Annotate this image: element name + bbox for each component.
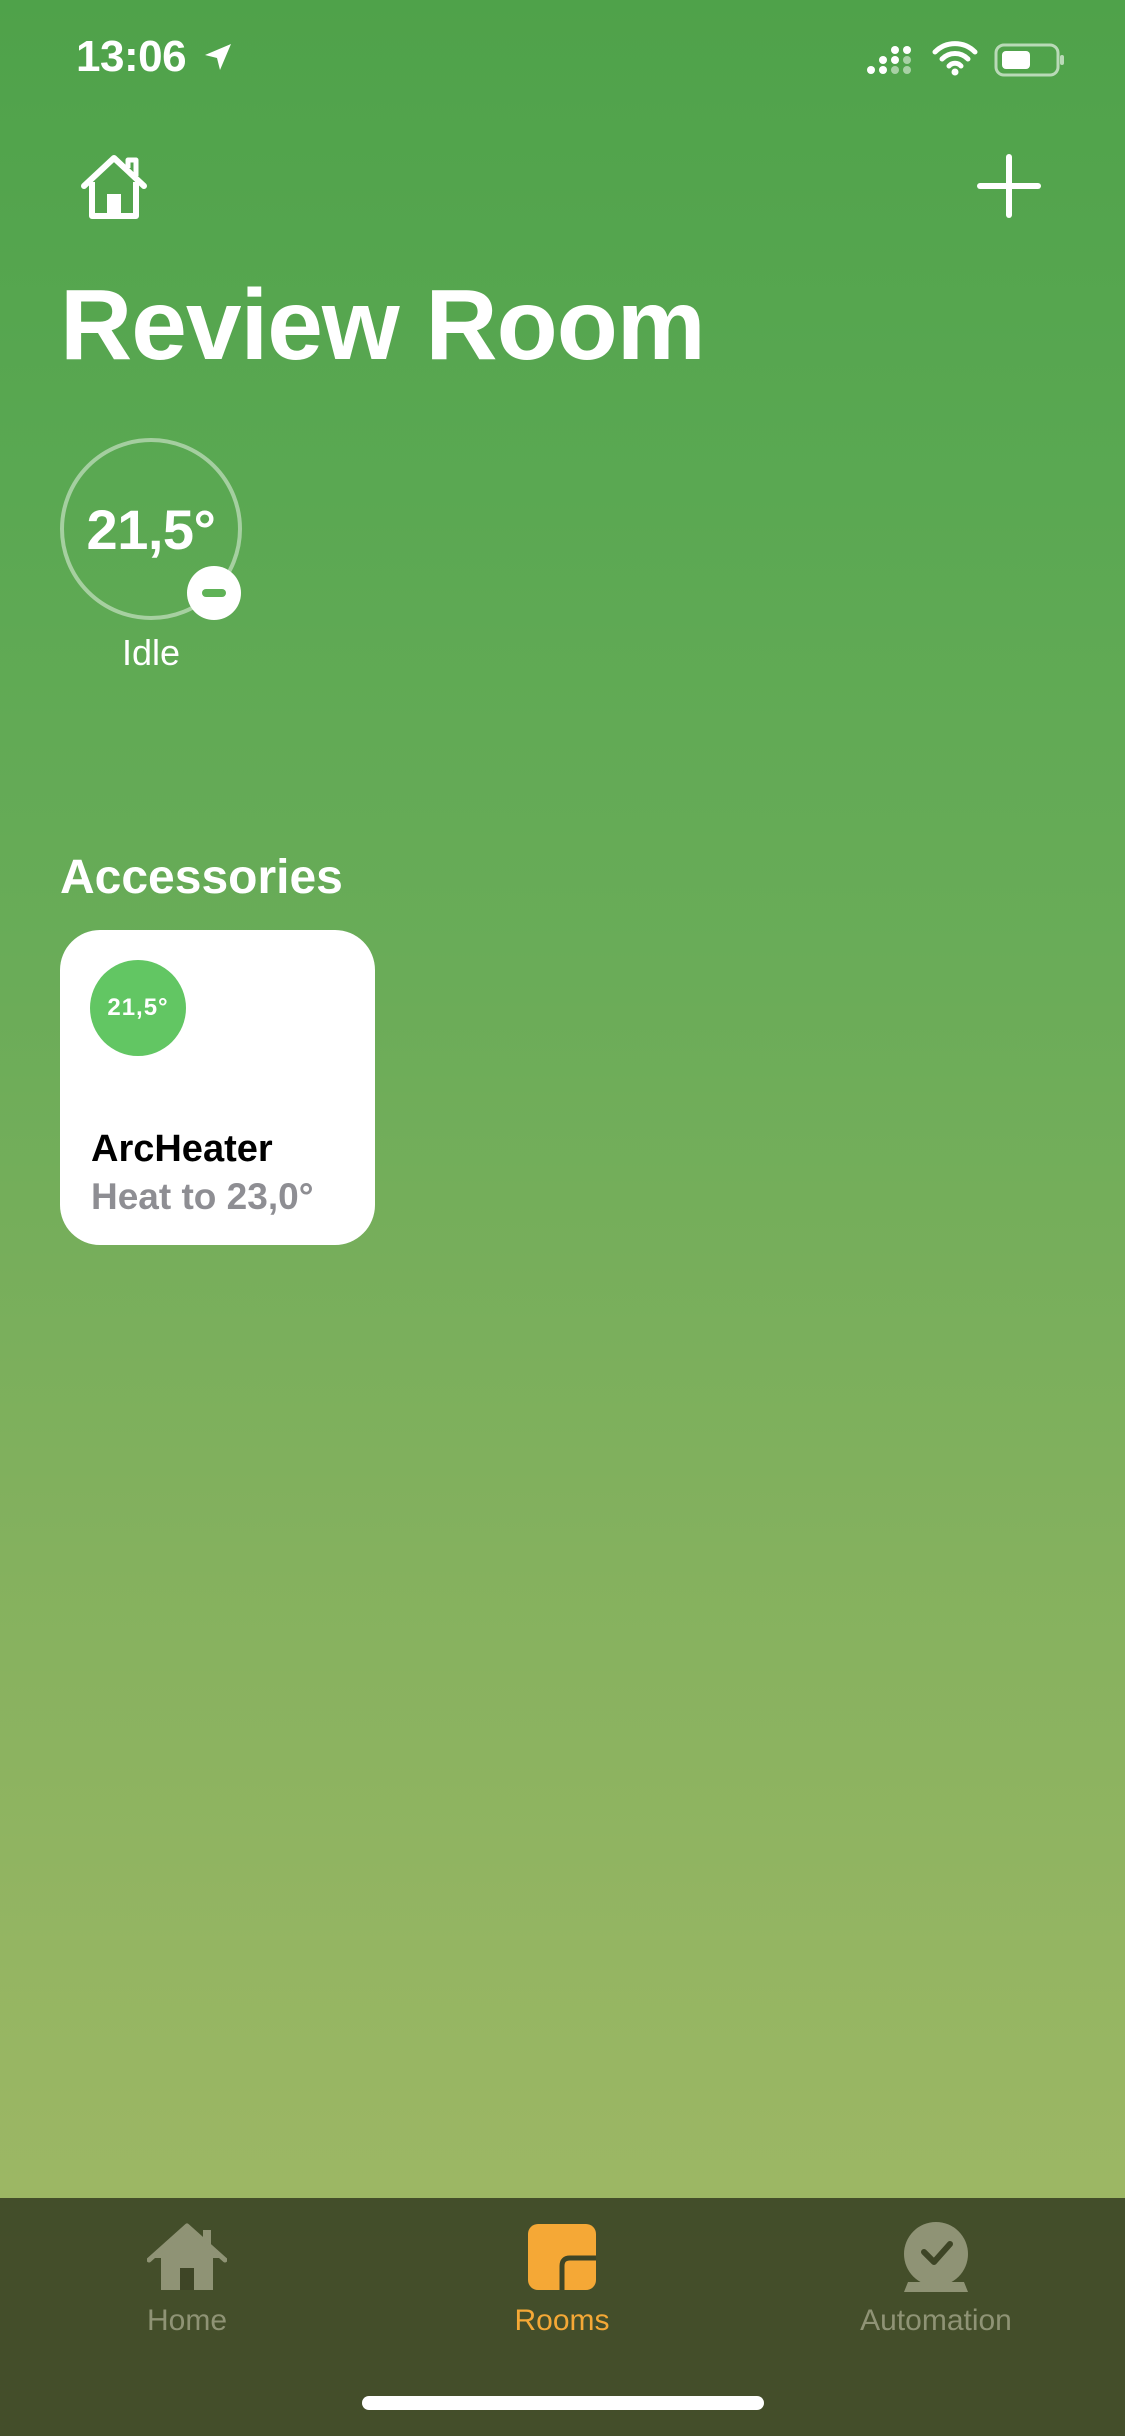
- cellular-signal-icon: [867, 46, 911, 74]
- minus-badge-icon: [187, 566, 241, 620]
- location-arrow-icon: [205, 44, 231, 70]
- accessory-tile-archeater[interactable]: 21,5° ArcHeater Heat to 23,0°: [60, 930, 375, 1245]
- rooms-icon: [528, 2224, 596, 2290]
- tab-home-label: Home: [146, 2304, 228, 2337]
- page-title: Review Room: [60, 269, 706, 381]
- automation-clock-icon: [904, 2222, 968, 2292]
- home-icon[interactable]: [78, 152, 150, 220]
- house-icon: [147, 2223, 227, 2290]
- status-bar: 13:06: [0, 0, 1125, 120]
- wifi-icon: [932, 41, 978, 76]
- tab-automation[interactable]: Automation: [806, 2198, 1066, 2368]
- temperature-value: 21,5°: [86, 497, 216, 561]
- accessory-name: ArcHeater: [91, 1128, 273, 1170]
- add-icon[interactable]: [976, 153, 1042, 219]
- accessory-status: Heat to 23,0°: [91, 1176, 314, 1217]
- accessories-section-title: Accessories: [60, 851, 343, 904]
- status-time: 13:06: [76, 32, 187, 81]
- tab-rooms-label: Rooms: [514, 2304, 610, 2337]
- temperature-state: Idle: [121, 632, 181, 673]
- tab-automation-label: Automation: [860, 2304, 1012, 2337]
- tab-rooms[interactable]: Rooms: [432, 2198, 692, 2368]
- thermostat-badge: 21,5°: [90, 960, 186, 1056]
- home-indicator[interactable]: [362, 2396, 764, 2410]
- tab-home[interactable]: Home: [57, 2198, 317, 2368]
- battery-icon: [994, 43, 1064, 77]
